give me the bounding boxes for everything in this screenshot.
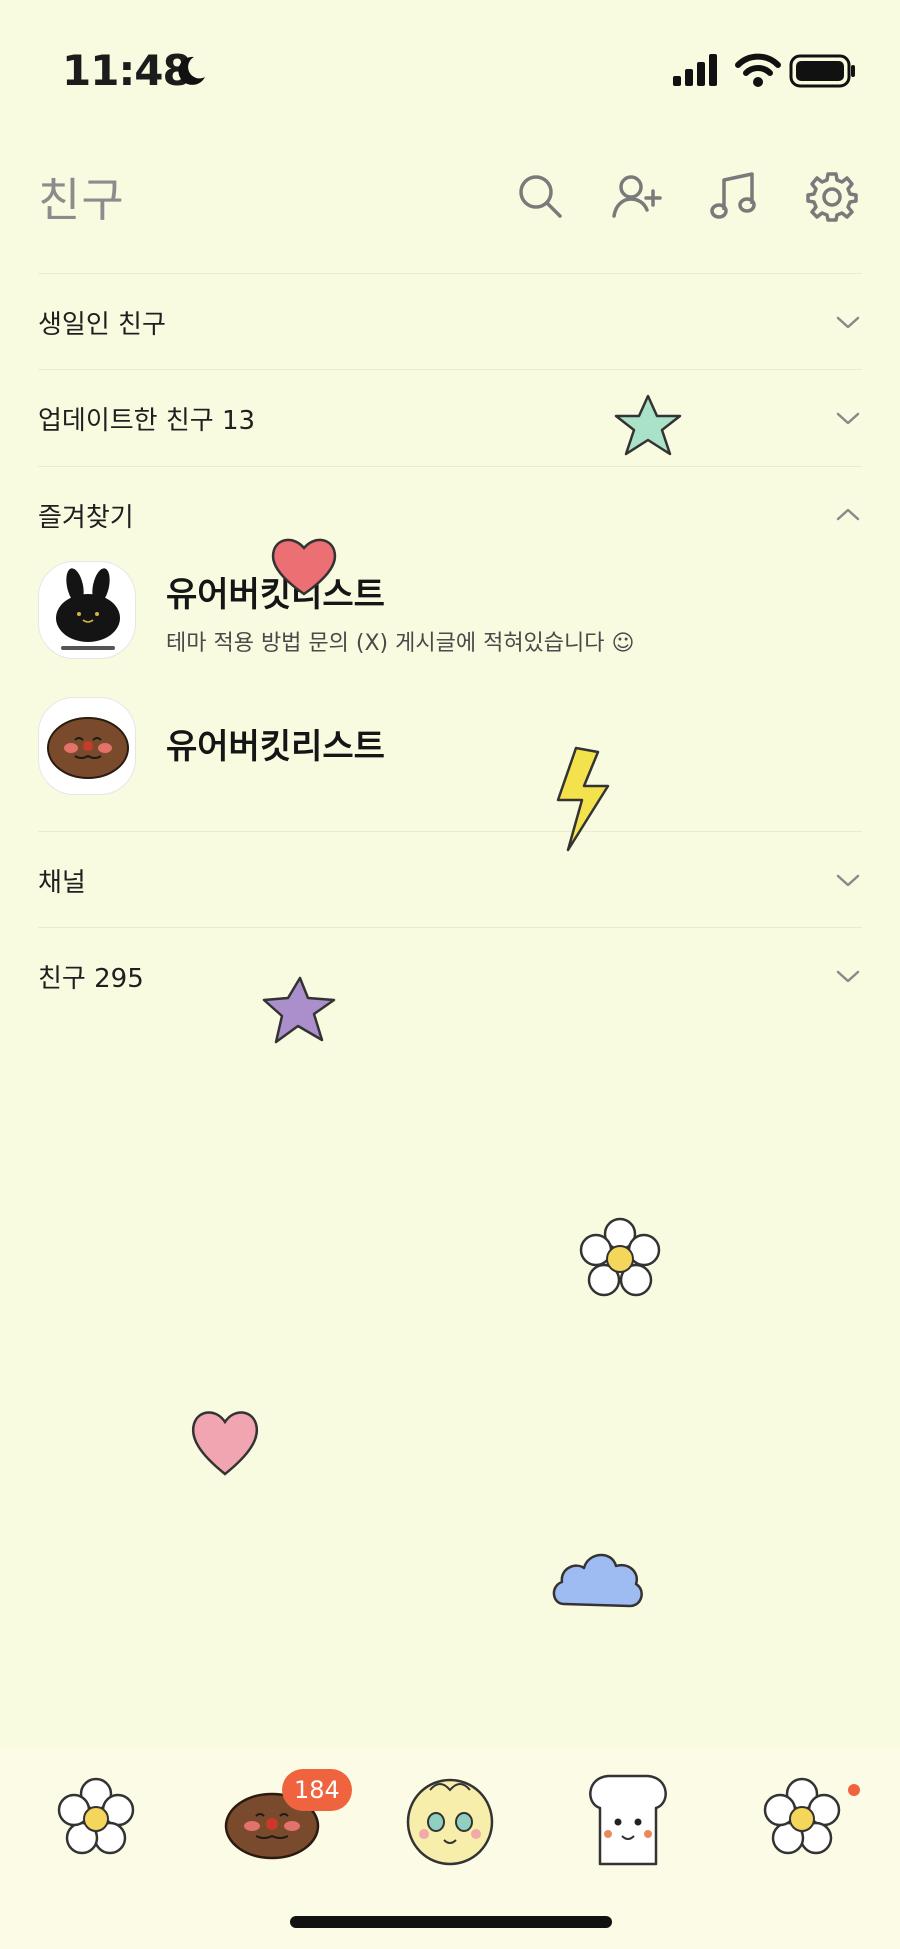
header: 친구 [0,150,900,260]
add-friend-icon[interactable] [611,170,663,222]
unread-badge: 184 [282,1769,352,1811]
pink-heart-sticker [191,1411,259,1476]
purple-star-sticker [262,976,336,1044]
chevron-down-icon [836,316,860,329]
wifi-icon [735,53,781,87]
section-channel[interactable]: 채널 [38,831,862,927]
search-icon[interactable] [514,170,566,222]
avatar[interactable] [38,561,136,659]
chevron-up-icon [836,508,860,521]
chevron-down-icon [836,412,860,425]
face-tab-icon[interactable] [400,1768,500,1868]
chevron-down-icon [836,874,860,887]
black-bunny-avatar [56,568,120,650]
section-label: 즐겨찾기 [38,503,134,533]
section-favorites[interactable]: 즐겨찾기 [38,466,862,562]
toast-tab-icon[interactable] [578,1768,678,1868]
friend-name: 유어버킷리스트 [166,727,385,767]
battery-icon [789,54,855,88]
bottom-nav: 184 [0,1748,900,1949]
section-label: 업데이트한 친구 13 [38,406,256,436]
signal-icon [673,54,717,86]
section-label: 채널 [38,868,86,898]
notification-dot [848,1784,860,1796]
section-friends[interactable]: 친구 295 [38,927,862,1023]
settings-icon[interactable] [806,170,858,222]
moon-icon [178,56,205,85]
blue-cloud-sticker [552,1553,643,1608]
music-icon[interactable] [708,170,760,222]
chevron-down-icon [836,970,860,983]
friend-row[interactable]: 유어버킷리스트 테마 적용 방법 문의 (X) 게시글에 적혀있습니다 ☺ [38,561,862,665]
white-flower-sticker [579,1217,661,1297]
friend-row[interactable]: 유어버킷리스트 [38,697,862,801]
flower-tab-icon[interactable] [46,1768,146,1868]
mint-star-sticker [614,394,682,456]
brown-bread-avatar [47,717,129,779]
friend-status-message: 테마 적용 방법 문의 (X) 게시글에 적혀있습니다 ☺ [166,631,635,656]
section-birthday-friends[interactable]: 생일인 친구 [38,273,862,369]
avatar[interactable] [38,697,136,795]
section-label: 친구 295 [38,964,144,994]
page-title: 친구 [38,173,125,227]
yellow-lightning-sticker [556,746,610,852]
more-flower-tab-icon[interactable] [752,1768,852,1868]
section-label: 생일인 친구 [38,310,166,340]
status-bar: 11:48 [0,0,900,140]
red-heart-sticker [271,538,337,596]
section-updated-friends[interactable]: 업데이트한 친구 13 [38,369,862,465]
home-indicator[interactable] [290,1916,612,1928]
